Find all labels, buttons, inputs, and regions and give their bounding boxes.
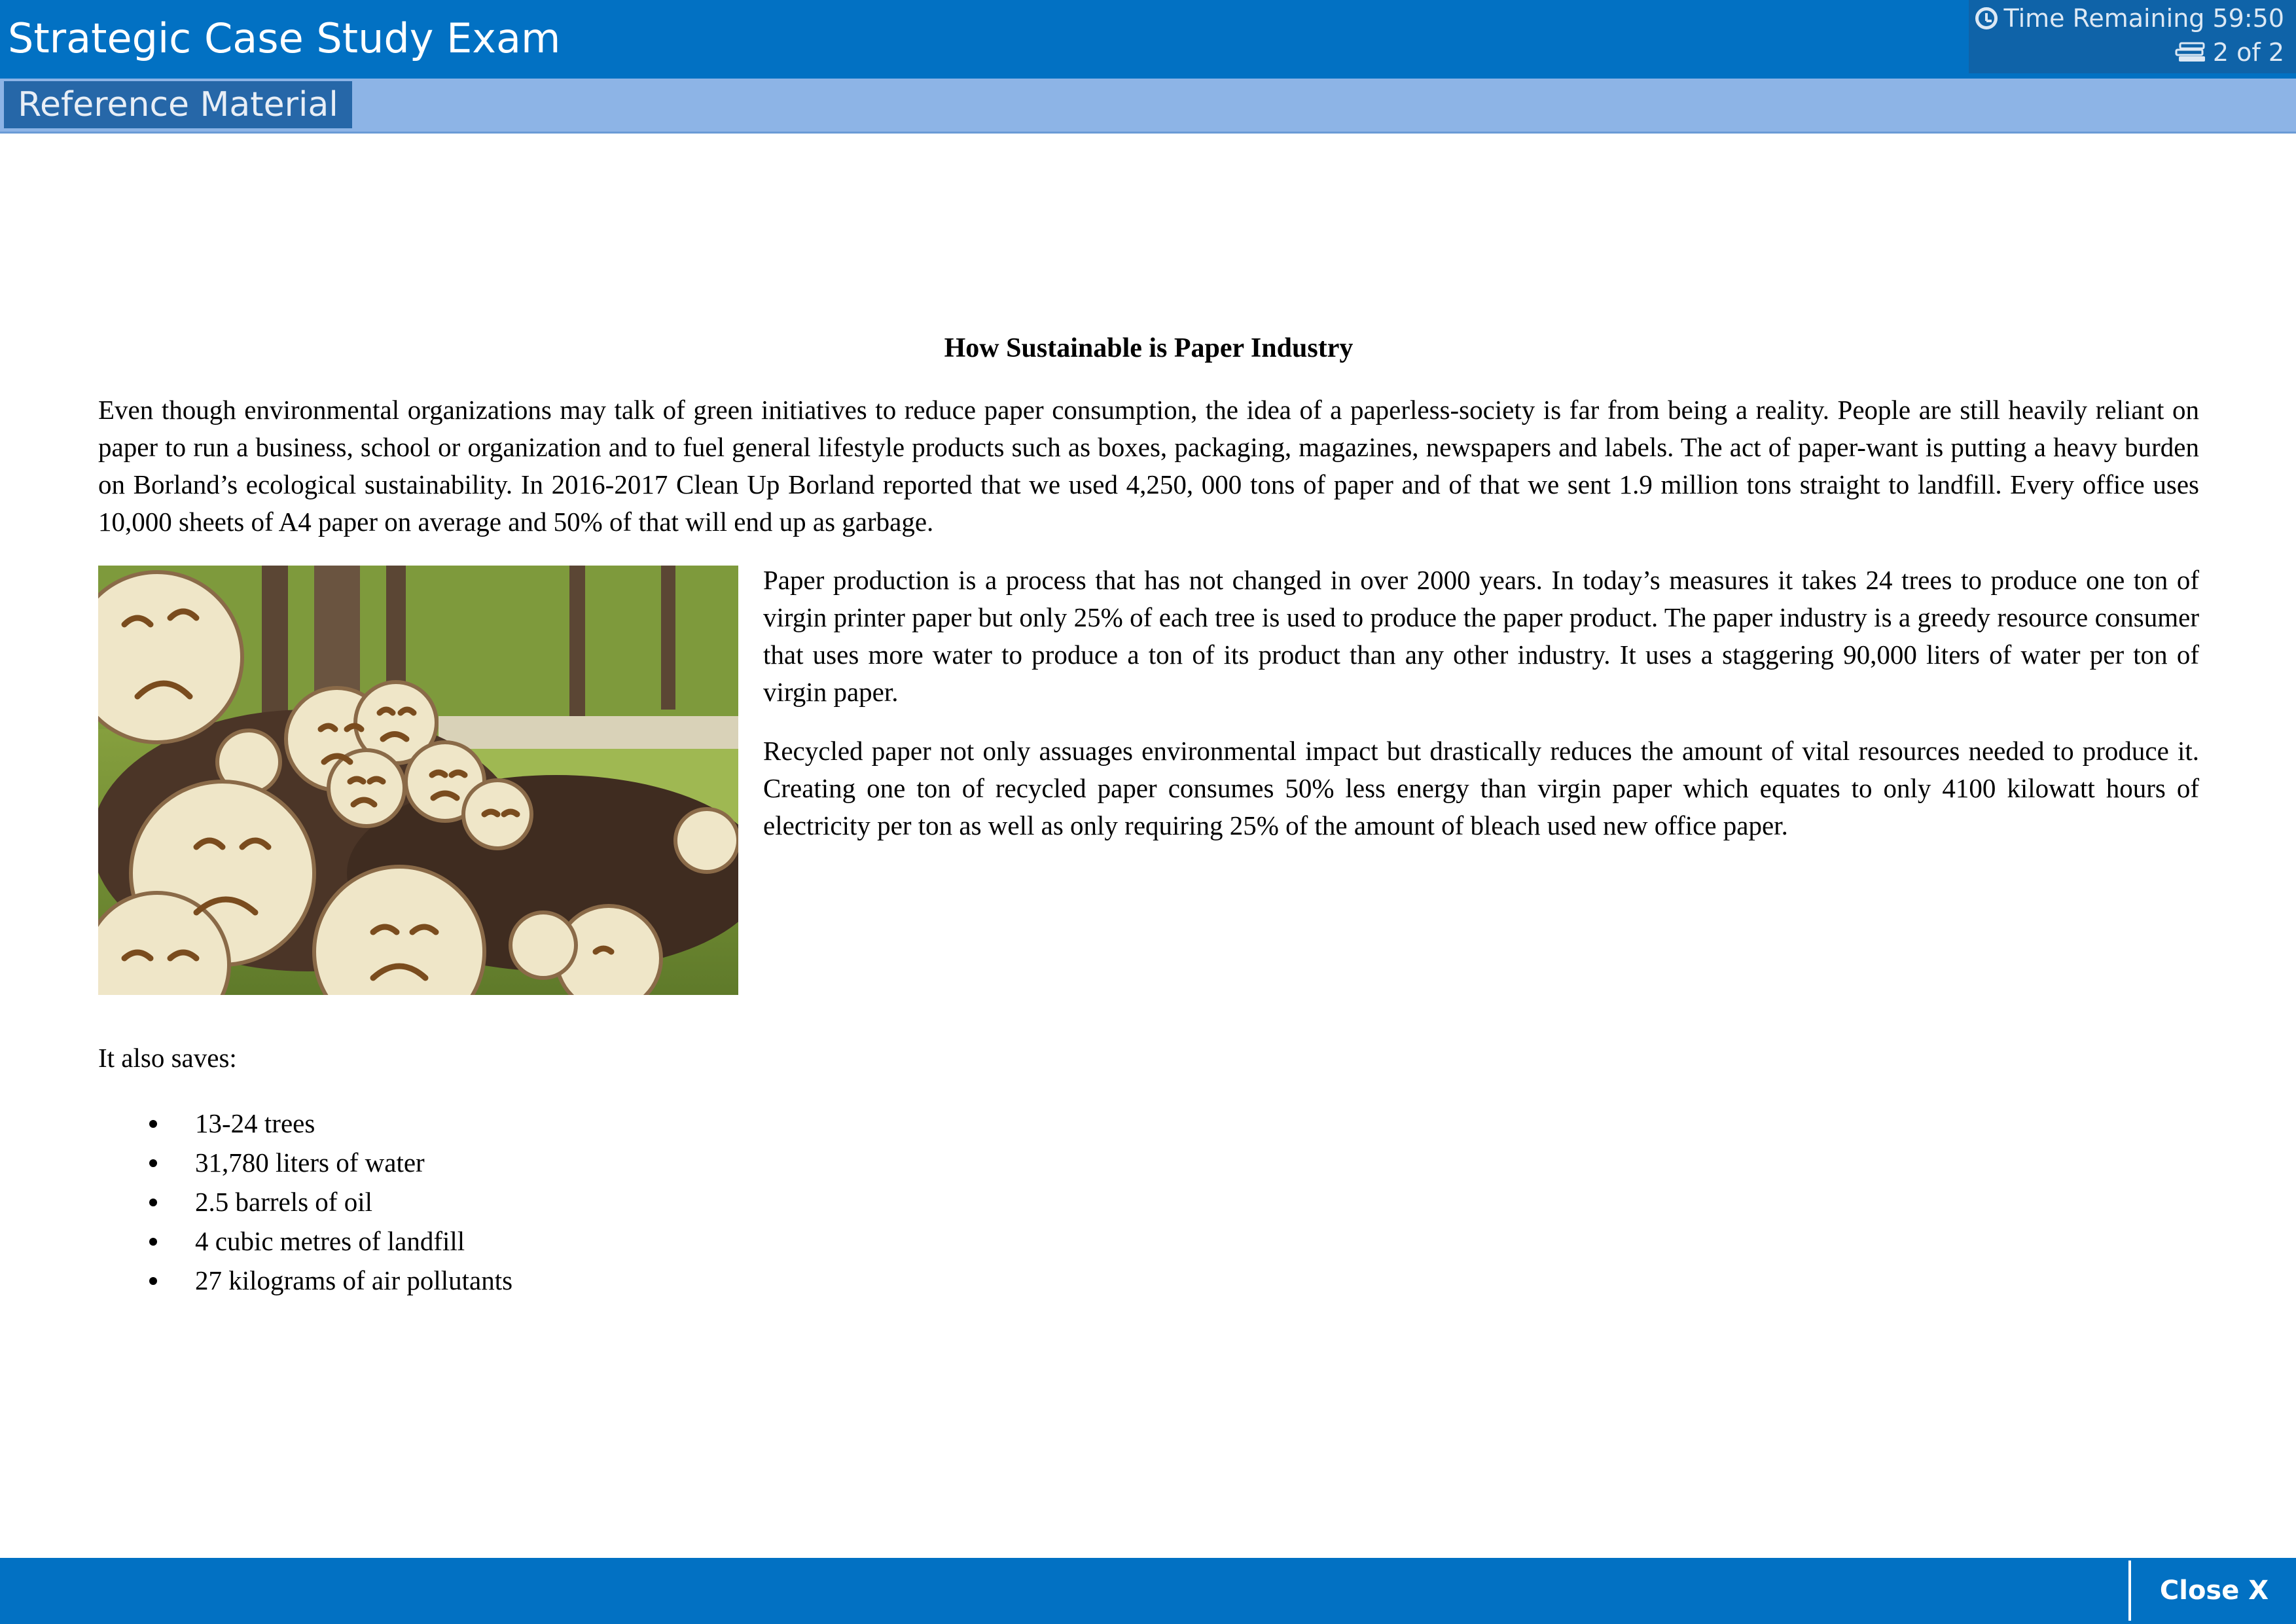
time-remaining-indicator: Time Remaining 59:50 xyxy=(1975,4,2284,33)
page-indicator-text: 2 of 2 xyxy=(2212,38,2284,67)
document-title: How Sustainable is Paper Industry xyxy=(944,333,1354,363)
list-item: 31,780 liters of water xyxy=(98,1143,512,1182)
footer-bar: Close X xyxy=(0,1558,2296,1624)
header-bar: Strategic Case Study Exam Time Remaining… xyxy=(0,0,2296,79)
savings-list: 13-24 trees 31,780 liters of water 2.5 b… xyxy=(98,1104,512,1300)
subheader-bar: Reference Material xyxy=(0,79,2296,134)
pages-icon xyxy=(2175,42,2205,62)
tab-reference-material[interactable]: Reference Material xyxy=(4,81,352,128)
sad-logs-photo xyxy=(98,566,738,995)
list-item: 2.5 barrels of oil xyxy=(98,1182,512,1221)
list-item: 4 cubic metres of landfill xyxy=(98,1221,512,1261)
also-saves-label: It also saves: xyxy=(98,1043,237,1073)
footer-divider xyxy=(2128,1561,2131,1621)
list-item: 27 kilograms of air pollutants xyxy=(98,1261,512,1300)
paragraph-production: Paper production is a process that has n… xyxy=(763,565,2199,707)
page-indicator: 2 of 2 xyxy=(2174,38,2284,67)
paragraph-recycled: Recycled paper not only assuages environ… xyxy=(763,736,2199,840)
close-button[interactable]: Close X xyxy=(2132,1558,2296,1624)
clock-icon xyxy=(1975,7,1998,29)
exam-status-panel: Time Remaining 59:50 2 of 2 xyxy=(1969,0,2296,73)
list-item: 13-24 trees xyxy=(98,1104,512,1143)
exam-title: Strategic Case Study Exam xyxy=(8,14,561,62)
paragraph-intro: Even though environmental organizations … xyxy=(98,395,2199,537)
time-remaining-text: Time Remaining 59:50 xyxy=(2003,4,2284,33)
